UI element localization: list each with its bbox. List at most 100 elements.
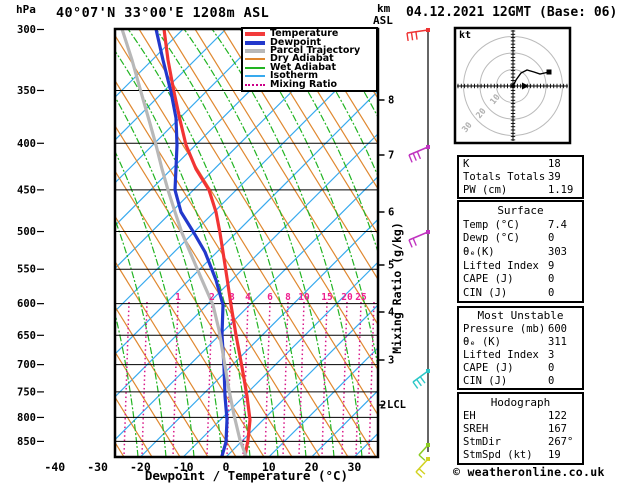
databox-indices: K 18 Totals Totals 39 PW (cm) 1.19 (457, 155, 584, 199)
databox-row: CIN (J) 0 (459, 287, 582, 299)
hodograph-end-marker (546, 69, 552, 75)
pressure-tick-label: 800 (17, 412, 36, 424)
databox-row: Pressure (mb) 600 (459, 323, 582, 335)
databox-row-label: CIN (J) (463, 287, 508, 300)
legend-item-label: Mixing Ratio (270, 78, 338, 90)
pressure-tick-label: 700 (17, 359, 36, 371)
legend-swatch-isotherm (245, 75, 265, 78)
legend-swatch-dry-adiabat (245, 58, 265, 61)
pressure-tick-label: 750 (17, 386, 36, 398)
pressure-tick-label: 650 (17, 330, 36, 342)
legend-swatch-dewpoint (245, 40, 265, 45)
databox-row: Temp (°C) 7.4 (459, 219, 582, 231)
databox-row-label: CAPE (J) (463, 273, 514, 286)
databox-row: EH 122 (459, 410, 582, 422)
databox-row-value: 9 (548, 259, 555, 272)
databox-row-label: CAPE (J) (463, 361, 514, 374)
mixing-ratio-tick-label: 1 (175, 292, 181, 303)
skewt-sounding-app: 1 2 3 4 6 8 10 15 20 25 300 350 400 450 500 550 600 650 70… (0, 0, 629, 486)
legend-swatch-parcel-trajectory (245, 49, 265, 54)
mixing-ratio-tick-label: 2 (209, 292, 215, 303)
databox-row-value: 311 (548, 336, 567, 349)
databox-row-label: SREH (463, 422, 489, 435)
pressure-tick-label: 400 (17, 138, 36, 150)
databox-row-label: Lifted Index (463, 259, 539, 272)
mixing-ratio-axis-label: Mixing Ratio (g/kg) (390, 222, 404, 354)
mixing-ratio-tick-label: 8 (285, 292, 291, 303)
databox-header: Hodograph (490, 395, 551, 409)
databox-row-label: StmSpd (kt) (463, 449, 533, 462)
databox-row-label: Temp (°C) (463, 218, 520, 231)
databox-row-value: 267° (548, 436, 574, 449)
temp-tick-label: -40 (44, 460, 65, 474)
databox-row-value: 19 (548, 449, 561, 462)
databox-row: CAPE (J) 0 (459, 273, 582, 285)
databox-most-unstable: Most Unstable Pressure (mb) 600 θₑ (K) 311 Li… (457, 306, 584, 390)
mixing-ratio-tick-label: 3 (229, 292, 235, 303)
databox-surface: Surface Temp (°C) 7.4 Dewp (°C) 0 θₑ(K) 303 Lif… (457, 200, 584, 303)
databox-row-value: 39 (548, 170, 561, 183)
mixing-ratio-tick-label: 10 (298, 292, 310, 303)
databox-row-value: 18 (548, 158, 561, 171)
databox-header: Most Unstable (477, 309, 564, 323)
databox-row: K 18 (459, 158, 582, 170)
mixing-ratio-line (206, 301, 213, 457)
wind-barb (415, 457, 430, 478)
databox-row-value: 3 (548, 348, 555, 361)
mixing-ratio-tick-label: 4 (245, 292, 251, 303)
databox-row: StmSpd (kt) 19 (459, 449, 582, 461)
databox-hodograph: Hodograph EH 122 SREH 167 StmDir 267° StmSpd (k… (457, 392, 584, 465)
databox-row: CIN (J) 0 (459, 375, 582, 387)
databox-row-value: 122 (548, 409, 567, 422)
databox-row: θₑ(K) 303 (459, 246, 582, 258)
legend-swatch-wet-adiabat (245, 66, 265, 69)
station-title: 40°07'N 33°00'E 1208m ASL (56, 5, 270, 21)
km-tick-label: 2 (380, 400, 386, 412)
databox-row: θₑ (K) 311 (459, 336, 582, 348)
databox-row: Dewp (°C) 0 (459, 232, 582, 244)
mixing-ratio-tick-label: 20 (341, 292, 353, 303)
hodograph: 102030 (453, 26, 572, 145)
databox-row-label: PW (cm) (463, 183, 508, 196)
databox-row-value: 0 (548, 273, 555, 286)
databox-row-label: CIN (J) (463, 374, 508, 387)
databox-row-value: 0 (548, 232, 555, 245)
databox-row-value: 0 (548, 374, 555, 387)
legend: Temperature Dewpoint Parcel Trajectory Dry … (241, 27, 378, 92)
pressure-unit-label: hPa (16, 3, 36, 16)
wet-adiabat-line (0, 29, 82, 457)
databox-row: Totals Totals 39 (459, 171, 582, 183)
km-tick-label: 8 (388, 95, 394, 107)
databox-row-label: StmDir (463, 436, 501, 449)
databox-row-label: θₑ(K) (463, 245, 495, 258)
databox-row: PW (cm) 1.19 (459, 184, 582, 196)
dry-adiabat-line (0, 29, 96, 457)
databox-row-label: Pressure (mb) (463, 323, 546, 336)
databox-row: StmDir 267° (459, 436, 582, 448)
altitude-unit-asl-label: ASL (373, 14, 393, 27)
lcl-label: LCL (387, 399, 406, 411)
legend-swatch-temperature (245, 32, 265, 37)
datetime-label: 04.12.2021 12GMT (Base: 06) (406, 5, 618, 20)
databox-row-label: K (463, 158, 470, 171)
databox-row-value: 0 (548, 287, 555, 300)
databox-row-label: EH (463, 409, 476, 422)
databox-row: SREH 167 (459, 423, 582, 435)
mixing-ratio-tick-label: 6 (267, 292, 273, 303)
pressure-tick-label: 850 (17, 436, 36, 448)
databox-row: Lifted Index 3 (459, 349, 582, 361)
databox-row: Lifted Index 9 (459, 260, 582, 272)
hodograph-kt-label: kt (459, 30, 472, 41)
databox-header: Surface (497, 203, 544, 217)
copyright-label: © weatheronline.co.uk (453, 465, 605, 479)
databox-row-value: 303 (548, 245, 567, 258)
legend-swatch-mixing-ratio (245, 83, 265, 86)
km-tick-label: 7 (388, 150, 394, 162)
wind-barb (406, 28, 430, 42)
databox-row-value: 0 (548, 361, 555, 374)
databox-row-value: 600 (548, 323, 567, 336)
wind-barb (408, 145, 430, 163)
databox-row-label: θₑ (K) (463, 336, 501, 349)
databox-row-label: Dewp (°C) (463, 232, 520, 245)
temp-tick-label: -30 (87, 460, 108, 474)
